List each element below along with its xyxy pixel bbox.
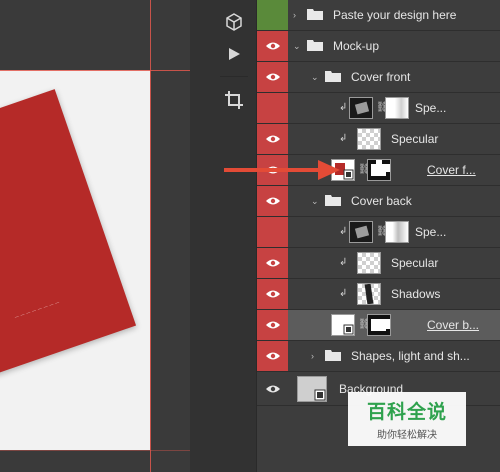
chevron-right-icon[interactable]: › (293, 10, 296, 20)
layer-row-cover-front[interactable]: ⌄ Cover front (257, 62, 500, 93)
layer-thumbnail (349, 221, 373, 243)
layer-row-specular-front[interactable]: ↲ Specular (257, 124, 500, 155)
clipping-arrow-icon: ↲ (339, 288, 348, 299)
layer-thumbnail (357, 128, 381, 150)
guide-horizontal-bottom (0, 450, 190, 451)
eye-icon (265, 352, 280, 360)
folder-icon (325, 350, 341, 361)
layer-name: Spe... (415, 101, 447, 115)
eye-icon (265, 197, 280, 205)
folder-icon (307, 9, 323, 20)
guide-vertical-right (150, 0, 151, 472)
play-icon[interactable] (222, 42, 246, 66)
layer-mask-thumbnail[interactable] (385, 97, 409, 119)
layer-row-specular-masked-back[interactable]: ↲ ⛓ Spe... (257, 217, 500, 248)
layer-row-mockup[interactable]: ⌄ Mock-up (257, 31, 500, 62)
eye-icon (265, 259, 280, 267)
chevron-down-icon[interactable]: ⌄ (311, 196, 319, 207)
layer-row-paste-design[interactable]: › Paste your design here (257, 0, 500, 31)
background-thumbnail (297, 376, 327, 402)
3d-object-icon[interactable] (222, 10, 246, 34)
folder-icon (325, 195, 341, 206)
layer-row-cover-back-smart[interactable]: ⛓ Cover b... (257, 310, 500, 341)
eye-icon (265, 290, 280, 298)
chevron-right-icon[interactable]: › (311, 351, 314, 361)
document-canvas[interactable]: ▌ — — — — — — — — (0, 0, 190, 472)
visibility-toggle[interactable] (257, 93, 288, 123)
layer-mask-thumbnail[interactable] (385, 221, 409, 243)
layer-name: Cover front (351, 70, 411, 84)
folder-icon (307, 40, 323, 51)
clipping-arrow-icon: ↲ (339, 102, 348, 113)
visibility-toggle[interactable] (257, 124, 288, 154)
layer-name: Specular (391, 132, 439, 146)
annotation-arrow-icon (224, 160, 340, 180)
clipping-arrow-icon: ↲ (339, 226, 348, 237)
layer-thumbnail (357, 283, 381, 305)
layer-name: Mock-up (333, 39, 380, 53)
eye-icon (265, 135, 280, 143)
watermark-tagline: 助你轻松解决 (377, 430, 437, 441)
cover-fineprint: — — — — — — — — (13, 299, 61, 320)
crop-icon[interactable] (222, 88, 246, 112)
eye-icon (265, 73, 280, 81)
layer-name: Paste your design here (333, 8, 457, 22)
layer-name: Cover back (351, 194, 412, 208)
visibility-toggle[interactable] (257, 279, 288, 309)
smart-object-thumbnail (331, 314, 355, 336)
clipping-arrow-icon: ↲ (339, 133, 348, 144)
watermark-logo: 百科全说 (366, 402, 447, 423)
visibility-toggle[interactable] (257, 186, 288, 216)
layer-thumbnail (349, 97, 373, 119)
visibility-toggle[interactable] (257, 31, 288, 61)
layer-row-cover-back[interactable]: ⌄ Cover back (257, 186, 500, 217)
layer-name: Cover f... (427, 163, 476, 177)
eye-icon (265, 385, 280, 392)
layer-name: Spe... (415, 225, 447, 239)
layer-mask-thumbnail[interactable] (367, 314, 391, 336)
layer-name: Shadows (391, 287, 441, 301)
chevron-down-icon[interactable]: ⌄ (293, 41, 301, 52)
layer-thumbnail (357, 252, 381, 274)
layer-name: Cover b... (427, 318, 480, 332)
visibility-toggle[interactable] (257, 62, 288, 92)
layer-row-shapes-light[interactable]: › Shapes, light and sh... (257, 341, 500, 372)
tools-panel (212, 0, 256, 472)
eye-icon (265, 42, 280, 50)
visibility-toggle[interactable] (257, 248, 288, 278)
photoshop-window: ▌ — — — — — — — — › Paste your design he… (0, 0, 500, 472)
visibility-toggle[interactable] (257, 341, 288, 371)
guide-horizontal-top (0, 70, 190, 71)
visibility-toggle[interactable] (257, 0, 288, 30)
folder-icon (325, 71, 341, 82)
layer-name: Specular (391, 256, 439, 270)
tools-divider (220, 76, 248, 77)
layer-row-specular-back[interactable]: ↲ Specular (257, 248, 500, 279)
visibility-toggle[interactable] (257, 310, 288, 340)
watermark-badge: 百科全说 助你轻松解决 (348, 392, 466, 446)
visibility-toggle[interactable] (257, 372, 288, 405)
layer-name: Shapes, light and sh... (351, 349, 470, 363)
layer-mask-thumbnail[interactable] (367, 159, 391, 181)
visibility-toggle[interactable] (257, 217, 288, 247)
layer-row-specular-masked-front[interactable]: ↲ ⛓ Spe... (257, 93, 500, 124)
chevron-down-icon[interactable]: ⌄ (311, 72, 319, 83)
layer-row-shadows[interactable]: ↲ Shadows (257, 279, 500, 310)
eye-icon (265, 321, 280, 329)
clipping-arrow-icon: ↲ (339, 257, 348, 268)
